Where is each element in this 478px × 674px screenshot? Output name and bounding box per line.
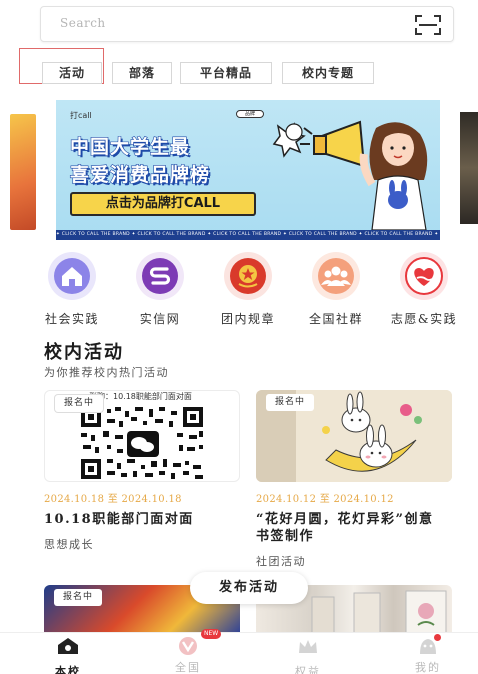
card-image-qr: 群聊：10.18职能部门面对面 报名中	[44, 390, 240, 482]
shortcut-shixin[interactable]: 实信网	[115, 252, 205, 327]
v-logo-icon: NEW	[177, 629, 222, 655]
heart-hand-icon	[400, 252, 448, 300]
category-tabs: 活动 部落 平台精品 校内专题	[0, 60, 478, 86]
tab-platform-picks[interactable]: 平台精品	[180, 62, 272, 84]
card-category: 社团活动	[256, 555, 306, 568]
activity-card[interactable]: 群聊：10.18职能部门面对面 报名中 2024.10.18 至 2024.10…	[44, 390, 240, 552]
shortcut-label: 社会实践	[44, 312, 99, 326]
publish-activity-button[interactable]: 发布活动	[190, 572, 308, 604]
search-bar[interactable]: Search	[40, 6, 454, 42]
nav-label: 本校	[55, 665, 81, 674]
youth-league-badge-icon	[224, 252, 272, 300]
shortcut-label: 实信网	[139, 312, 181, 326]
nav-label: 全国	[175, 661, 201, 674]
megaphone-girl-illustration	[272, 120, 428, 230]
tab-activity[interactable]: 活动	[42, 62, 102, 84]
carousel-prev-slide[interactable]	[10, 114, 36, 230]
qr-code-icon	[79, 405, 207, 481]
shortcut-label: 团内规章	[220, 312, 275, 326]
card-title: 10.18职能部门面对面	[44, 512, 194, 527]
shortcut-social-practice[interactable]: 社会实践	[27, 252, 117, 327]
nav-item-national[interactable]: NEW 全国	[148, 629, 228, 674]
card-image-bookmark: 报名中	[256, 390, 452, 482]
shortcut-grid: 社会实践 实信网 团内规章 全国社群 志愿&实践	[0, 252, 478, 332]
banner-headline-2: 喜爱消费品牌榜	[69, 163, 211, 186]
banner-slide[interactable]: 打call 品牌 中国大学生最 喜爱消费品牌榜 点击为品牌打CALL ✦ CLI…	[56, 100, 440, 240]
card-title: “花好月圆，花灯异彩”创意书签制作	[256, 512, 434, 544]
qr-caption: 群聊：10.18职能部门面对面	[89, 392, 192, 401]
banner-carousel[interactable]: 打call 品牌 中国大学生最 喜爱消费品牌榜 点击为品牌打CALL ✦ CLI…	[0, 100, 478, 240]
section-subtitle: 为你推荐校内热门活动	[44, 366, 169, 379]
house-icon	[48, 252, 96, 300]
activity-card[interactable]: 报名中 2024.10.12 至 2024.10.12 “花好月圆，花灯异彩”创…	[256, 390, 452, 569]
bottom-nav: 本校 NEW 全国 权益 我的	[0, 629, 478, 674]
card-category: 思想成长	[44, 538, 94, 551]
shortcut-label: 全国社群	[308, 312, 363, 326]
banner-headline-1: 中国大学生最	[69, 135, 191, 158]
tab-campus-topics[interactable]: 校内专题	[282, 62, 374, 84]
nav-label: 权益	[295, 665, 321, 674]
scan-icon[interactable]	[415, 15, 441, 35]
banner-pill: 品牌	[236, 110, 264, 118]
shortcut-volunteer[interactable]: 志愿&实践	[379, 252, 469, 327]
carousel-next-slide[interactable]	[460, 112, 478, 224]
card-date: 2024.10.12 至 2024.10.12	[256, 494, 394, 505]
banner-ticker-strip: ✦ CLICK TO CALL THE BRAND ✦ CLICK TO CAL…	[56, 230, 440, 240]
tab-tribe[interactable]: 部落	[112, 62, 172, 84]
notification-dot	[434, 634, 441, 641]
new-badge: NEW	[201, 629, 222, 639]
status-badge: 报名中	[266, 394, 314, 411]
section-title: 校内活动	[44, 342, 124, 363]
status-badge: 报名中	[55, 395, 103, 412]
shortcut-league-rules[interactable]: 团内规章	[203, 252, 293, 327]
profile-icon	[417, 634, 441, 655]
crown-icon	[299, 640, 317, 653]
shortcut-label: 志愿&实践	[390, 312, 458, 326]
nav-item-campus[interactable]: 本校	[28, 637, 108, 674]
s-logo-icon	[136, 252, 184, 300]
banner-cta-button[interactable]: 点击为品牌打CALL	[70, 192, 256, 216]
nav-label: 我的	[415, 661, 441, 674]
nav-item-profile[interactable]: 我的	[388, 634, 468, 674]
status-badge: 报名中	[54, 589, 102, 606]
banner-top-text: 打call	[70, 111, 92, 120]
card-date: 2024.10.18 至 2024.10.18	[44, 494, 182, 505]
community-icon	[312, 252, 360, 300]
home-icon	[58, 638, 78, 654]
search-input[interactable]: Search	[60, 16, 106, 30]
nav-item-benefits[interactable]: 权益	[268, 637, 348, 674]
shortcut-national-community[interactable]: 全国社群	[291, 252, 381, 327]
